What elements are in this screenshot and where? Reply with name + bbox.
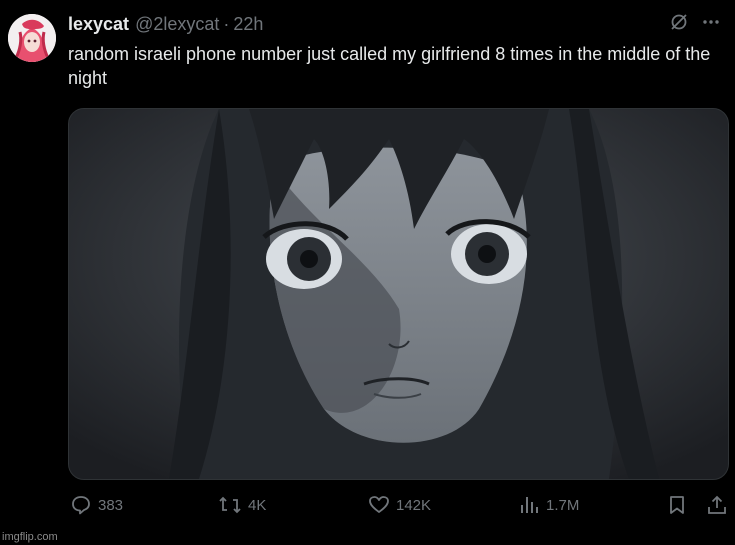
share-icon: [706, 494, 728, 516]
avatar[interactable]: [8, 14, 56, 62]
like-count: 142K: [396, 496, 432, 514]
separator-dot: ·: [223, 13, 230, 34]
tweet-actions: 383 4K 142K 1.7M: [68, 494, 730, 522]
more-icon[interactable]: [701, 12, 721, 37]
repost-icon: [218, 494, 242, 516]
media-image: [69, 109, 728, 479]
share-button[interactable]: [706, 494, 728, 516]
timestamp[interactable]: 22h: [233, 14, 263, 35]
tweet-header: lexycat @2lexycat · 22h: [68, 12, 263, 36]
bookmark-icon: [666, 494, 688, 516]
reply-icon: [70, 494, 92, 516]
tweet: lexycat @2lexycat · 22h random israeli p…: [0, 0, 735, 545]
grok-icon[interactable]: [669, 12, 689, 37]
like-button[interactable]: 142K: [368, 494, 431, 516]
reply-button[interactable]: 383: [70, 494, 123, 516]
avatar-image: [8, 14, 56, 62]
like-icon: [368, 494, 390, 516]
repost-button[interactable]: 4K: [218, 494, 266, 516]
repost-count: 4K: [248, 496, 267, 514]
tweet-top-actions: [669, 12, 721, 37]
views-button[interactable]: 1.7M: [518, 494, 579, 516]
watermark: imgflip.com: [2, 531, 58, 543]
bookmark-button[interactable]: [666, 494, 688, 516]
tweet-media[interactable]: [68, 108, 729, 480]
tweet-text: random israeli phone number just called …: [68, 44, 711, 88]
views-icon: [518, 494, 540, 516]
reply-count: 383: [98, 496, 124, 514]
user-handle[interactable]: @2lexycat: [135, 14, 219, 35]
display-name[interactable]: lexycat: [68, 14, 129, 35]
views-count: 1.7M: [546, 496, 580, 514]
